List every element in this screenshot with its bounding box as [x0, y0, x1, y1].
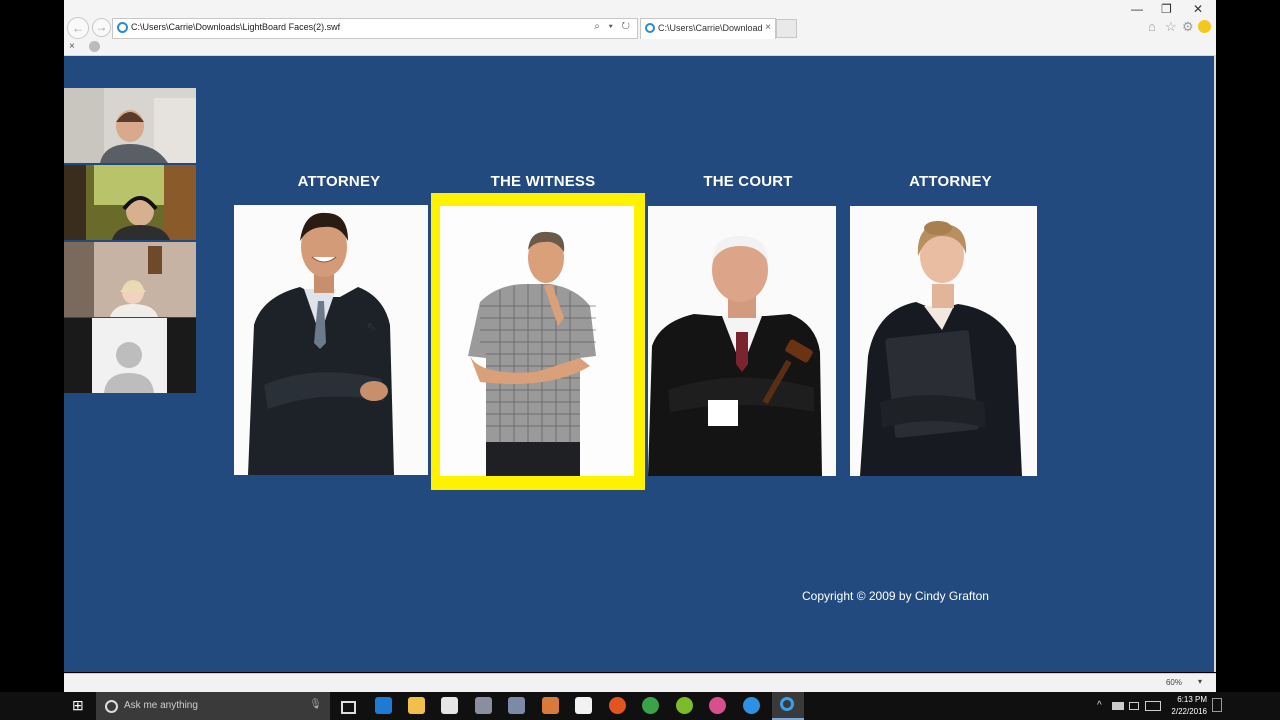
- app-icon-4[interactable]: [709, 697, 726, 714]
- card-the-witness[interactable]: [440, 206, 634, 476]
- card-the-court[interactable]: [648, 206, 836, 476]
- back-button[interactable]: ←: [67, 17, 89, 39]
- content-border: [1214, 56, 1216, 672]
- microphone-icon[interactable]: 🎙: [309, 699, 322, 710]
- app-icon-1[interactable]: [475, 697, 492, 714]
- file-explorer-icon[interactable]: [408, 697, 425, 714]
- heading-the-witness: THE WITNESS: [490, 173, 596, 190]
- search-placeholder: Ask me anything: [124, 700, 198, 711]
- tray-battery-icon[interactable]: [1129, 702, 1139, 710]
- app-icon-w[interactable]: [676, 697, 693, 714]
- video-participant-1[interactable]: [64, 88, 196, 163]
- loading-icon: [89, 41, 100, 52]
- judge-image: [648, 206, 836, 476]
- zoom-level[interactable]: 60%: [1166, 678, 1182, 687]
- video-participant-4[interactable]: [64, 318, 196, 393]
- browser-tab[interactable]: C:\Users\Carrie\Downloads... ×: [640, 18, 776, 39]
- restore-icon[interactable]: ❐: [1161, 2, 1172, 16]
- tray-network-icon[interactable]: [1112, 702, 1124, 710]
- participant-1-image: [64, 88, 196, 163]
- new-tab-button[interactable]: [776, 19, 797, 38]
- ie-taskbar-button-active[interactable]: [772, 692, 804, 720]
- attorney-male-image: [234, 205, 428, 475]
- status-bar: 60% ▾: [64, 673, 1216, 693]
- ie-page-icon: [117, 22, 128, 33]
- heading-the-court: THE COURT: [703, 173, 793, 190]
- internet-explorer-icon: [780, 697, 794, 711]
- video-participant-2[interactable]: [64, 165, 196, 240]
- row-close-icon[interactable]: ×: [69, 41, 75, 52]
- address-url: C:\Users\Carrie\Downloads\LightBoard Fac…: [131, 22, 341, 32]
- address-tools-icons[interactable]: ⌕ ▾ ↻: [594, 21, 633, 32]
- favorites-star-icon[interactable]: ☆: [1165, 19, 1177, 35]
- app-icon-2[interactable]: [508, 697, 525, 714]
- task-view-icon[interactable]: [341, 701, 356, 714]
- heading-attorney-right: ATTORNEY: [909, 173, 992, 190]
- store-icon[interactable]: [441, 697, 458, 714]
- tab-close-icon[interactable]: ×: [765, 22, 771, 33]
- start-icon[interactable]: ⊞: [72, 697, 84, 714]
- attorney-female-image: [850, 206, 1037, 476]
- ie-tab-icon: [645, 23, 655, 33]
- back-arrow-icon: ←: [72, 21, 84, 35]
- card-attorney-male[interactable]: [234, 205, 428, 475]
- firefox-icon[interactable]: [609, 697, 626, 714]
- forward-button[interactable]: →: [92, 18, 111, 37]
- notifications-icon[interactable]: [1212, 698, 1222, 712]
- settings-gear-icon[interactable]: ⚙: [1182, 19, 1194, 35]
- participant-3-image: [64, 242, 196, 317]
- participant-2-image: [64, 165, 196, 240]
- heading-attorney-left: ATTORNEY: [297, 173, 381, 190]
- witness-image: [440, 206, 634, 476]
- clock-date[interactable]: 2/22/2016: [1165, 707, 1207, 716]
- tab-title: C:\Users\Carrie\Downloads...: [658, 23, 762, 33]
- card-attorney-female[interactable]: [850, 206, 1037, 476]
- avatar-placeholder: [92, 318, 167, 393]
- tray-expand-icon[interactable]: ^: [1097, 700, 1102, 711]
- app-icon-3[interactable]: [542, 697, 559, 714]
- edge-icon[interactable]: [375, 697, 392, 714]
- tray-keyboard-icon[interactable]: [1145, 701, 1161, 711]
- amazon-icon[interactable]: [575, 697, 592, 714]
- feedback-smiley-icon[interactable]: [1198, 20, 1211, 33]
- address-bar[interactable]: C:\Users\Carrie\Downloads\LightBoard Fac…: [112, 18, 638, 39]
- clock-time[interactable]: 6:13 PM: [1165, 695, 1207, 704]
- cortana-icon: [105, 700, 118, 713]
- forward-arrow-icon: →: [95, 20, 108, 34]
- cortana-search-box[interactable]: Ask me anything 🎙: [96, 692, 330, 720]
- chrome-icon[interactable]: [642, 697, 659, 714]
- app-icon-5[interactable]: [743, 697, 760, 714]
- zoom-dropdown-icon[interactable]: ▾: [1198, 677, 1202, 686]
- minimize-icon[interactable]: —: [1131, 2, 1143, 16]
- video-participant-3[interactable]: [64, 242, 196, 317]
- close-window-icon[interactable]: ✕: [1193, 2, 1203, 16]
- home-icon[interactable]: ⌂: [1148, 19, 1156, 34]
- copyright-text: Copyright © 2009 by Cindy Grafton: [802, 589, 989, 603]
- mouse-cursor-icon: ⇖: [366, 319, 377, 334]
